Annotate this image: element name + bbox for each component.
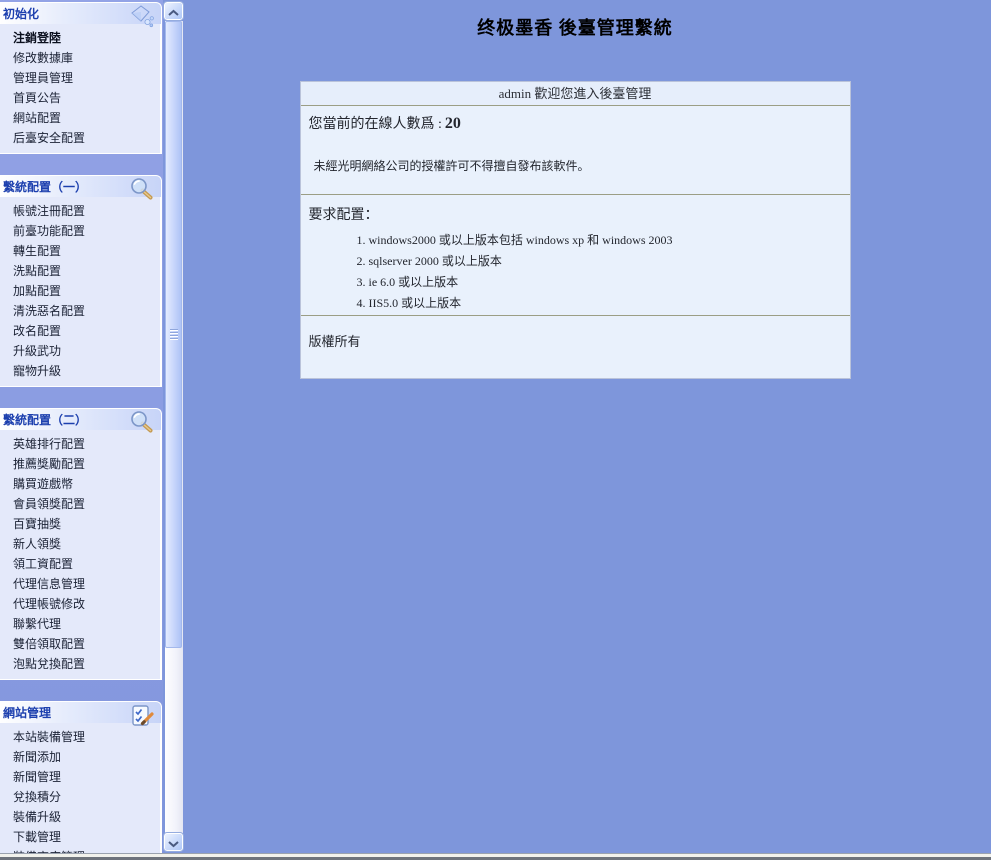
sidebar-item[interactable]: 注銷登陸	[0, 28, 160, 48]
section-title: 繫統配置（一）	[3, 180, 87, 194]
admin-window: 初始化 注銷登陸修改數據庫管理員管理首頁公告網站配置后臺安全配置繫統配置（一） …	[0, 0, 991, 860]
requirements-title: 要求配置：	[309, 204, 842, 224]
license-notice: 未經光明網絡公司的授權許可不得擅自發布該軟件。	[309, 157, 842, 174]
requirement-item: sqlserver 2000 或以上版本	[369, 252, 842, 269]
online-count-line: 您當前的在線人數爲 :20	[309, 113, 842, 133]
sidebar-section-2: 繫統配置（一） 帳號注冊配置前臺功能配置轉生配置洗點配置加點配置清洗惡名配置改名…	[0, 175, 162, 387]
sidebar-item[interactable]: 新聞添加	[0, 747, 160, 767]
scrollbar-down-button[interactable]	[164, 833, 183, 851]
sidebar-item[interactable]: 聯繫代理	[0, 614, 160, 634]
section-header[interactable]: 網站管理	[0, 701, 162, 723]
sidebar-item[interactable]: 雙倍領取配置	[0, 634, 160, 654]
section-header[interactable]: 繫統配置（二）	[0, 408, 162, 430]
requirements-list: windows2000 或以上版本包括 windows xp 和 windows…	[309, 231, 842, 311]
scrollbar-grip-icon	[170, 329, 178, 340]
sidebar-item[interactable]: 加點配置	[0, 281, 160, 301]
clipboard-icon	[129, 703, 155, 729]
sidebar-item[interactable]: 百寶抽獎	[0, 514, 160, 534]
welcome-panel: admin 歡迎您進入後臺管理 您當前的在線人數爲 :20 未經光明網絡公司的授…	[300, 81, 851, 379]
sidebar-item[interactable]: 首頁公告	[0, 88, 160, 108]
magnifier-icon	[129, 410, 155, 436]
section-header[interactable]: 初始化	[0, 2, 162, 24]
sidebar-item[interactable]: 下載管理	[0, 827, 160, 847]
window-bottom-edge	[0, 853, 991, 860]
requirement-item: windows2000 或以上版本包括 windows xp 和 windows…	[369, 231, 842, 248]
sidebar-item[interactable]: 兌換積分	[0, 787, 160, 807]
scrollbar-thumb[interactable]	[165, 21, 182, 648]
magnifier-icon	[129, 177, 155, 203]
sidebar-item[interactable]: 代理信息管理	[0, 574, 160, 594]
section-title: 初始化	[3, 7, 39, 21]
main-area: 终极墨香 後臺管理繫統 admin 歡迎您進入後臺管理 您當前的在線人數爲 :2…	[184, 0, 991, 853]
sidebar-item[interactable]: 后臺安全配置	[0, 128, 160, 148]
sidebar-item[interactable]: 會員領獎配置	[0, 494, 160, 514]
welcome-header: admin 歡迎您進入後臺管理	[301, 82, 850, 106]
requirements-section: 要求配置： windows2000 或以上版本包括 windows xp 和 w…	[301, 195, 850, 316]
sidebar-item[interactable]: 推薦獎勵配置	[0, 454, 160, 474]
sidebar-section-4: 網站管理 本站裝備管理新聞添加新聞管理兌換積分裝備升級下載管理裝備商店管理商店會…	[0, 701, 162, 853]
online-count-value: 20	[445, 115, 461, 132]
section-items: 本站裝備管理新聞添加新聞管理兌換積分裝備升級下載管理裝備商店管理商店會員價格	[0, 723, 162, 853]
chevron-up-icon	[167, 2, 180, 21]
chevron-down-icon	[167, 833, 180, 852]
sidebar-item[interactable]: 領工資配置	[0, 554, 160, 574]
sidebar-item[interactable]: 管理員管理	[0, 68, 160, 88]
section-items: 注銷登陸修改數據庫管理員管理首頁公告網站配置后臺安全配置	[0, 24, 162, 154]
sidebar-item[interactable]: 升級武功	[0, 341, 160, 361]
section-title: 繫統配置（二）	[3, 413, 87, 427]
sidebar-section-1: 初始化 注銷登陸修改數據庫管理員管理首頁公告網站配置后臺安全配置	[0, 2, 162, 154]
sidebar-item[interactable]: 改名配置	[0, 321, 160, 341]
requirement-item: ie 6.0 或以上版本	[369, 273, 842, 290]
sidebar-item[interactable]: 前臺功能配置	[0, 221, 160, 241]
sidebar-section-3: 繫統配置（二） 英雄排行配置推薦獎勵配置購買遊戲幣會員領獎配置百寶抽獎新人領獎領…	[0, 408, 162, 680]
section-items: 帳號注冊配置前臺功能配置轉生配置洗點配置加點配置清洗惡名配置改名配置升級武功寵物…	[0, 197, 162, 387]
sidebar-item[interactable]: 購買遊戲幣	[0, 474, 160, 494]
sidebar-item[interactable]: 網站配置	[0, 108, 160, 128]
scrollbar-track[interactable]	[165, 21, 183, 850]
online-count-label: 您當前的在線人數爲 :	[309, 117, 442, 132]
sidebar-scrollbar[interactable]	[163, 0, 184, 853]
sidebar-item[interactable]: 轉生配置	[0, 241, 160, 261]
sidebar-item[interactable]: 裝備升級	[0, 807, 160, 827]
requirement-item: IIS5.0 或以上版本	[369, 294, 842, 311]
sidebar-item[interactable]: 新聞管理	[0, 767, 160, 787]
gem-icon	[129, 4, 155, 30]
sidebar-item[interactable]: 清洗惡名配置	[0, 301, 160, 321]
sidebar-item[interactable]: 新人領獎	[0, 534, 160, 554]
sidebar-item[interactable]: 洗點配置	[0, 261, 160, 281]
sidebar-item[interactable]: 帳號注冊配置	[0, 201, 160, 221]
sidebar-item[interactable]: 寵物升級	[0, 361, 160, 381]
section-title: 網站管理	[3, 706, 51, 720]
sidebar: 初始化 注銷登陸修改數據庫管理員管理首頁公告網站配置后臺安全配置繫統配置（一） …	[0, 0, 163, 853]
section-items: 英雄排行配置推薦獎勵配置購買遊戲幣會員領獎配置百寶抽獎新人領獎領工資配置代理信息…	[0, 430, 162, 680]
sidebar-item[interactable]: 修改數據庫	[0, 48, 160, 68]
scrollbar-up-button[interactable]	[164, 2, 183, 20]
sidebar-item[interactable]: 代理帳號修改	[0, 594, 160, 614]
section-header[interactable]: 繫統配置（一）	[0, 175, 162, 197]
sidebar-item[interactable]: 英雄排行配置	[0, 434, 160, 454]
sidebar-item[interactable]: 本站裝備管理	[0, 727, 160, 747]
page-title: 终极墨香 後臺管理繫統	[184, 14, 966, 40]
copyright-text: 版權所有	[301, 316, 850, 378]
sidebar-item[interactable]: 泡點兌換配置	[0, 654, 160, 674]
online-section: 您當前的在線人數爲 :20 未經光明網絡公司的授權許可不得擅自發布該軟件。	[301, 106, 850, 195]
